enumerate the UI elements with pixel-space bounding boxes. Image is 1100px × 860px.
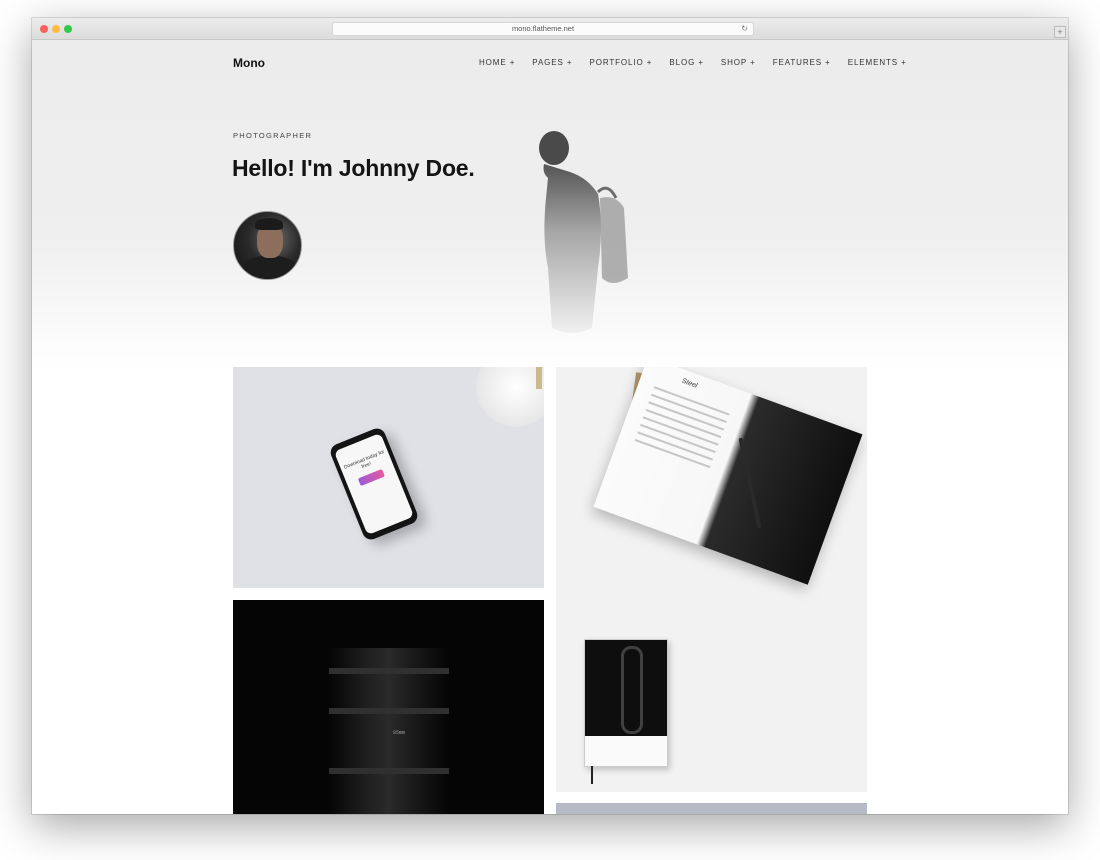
browser-window: mono.flatheme.net ↻ + Mono HOME + PAGES … bbox=[32, 18, 1068, 814]
phone-screen-button bbox=[357, 468, 385, 487]
hero-eyebrow: PHOTOGRAPHER bbox=[233, 131, 313, 140]
nav-item-elements[interactable]: ELEMENTS + bbox=[848, 58, 907, 67]
main-nav: HOME + PAGES + PORTFOLIO + BLOG + SHOP +… bbox=[479, 58, 907, 67]
address-bar[interactable]: mono.flatheme.net ↻ bbox=[332, 22, 754, 36]
nav-item-portfolio[interactable]: PORTFOLIO + bbox=[589, 58, 652, 67]
walking-man-image bbox=[539, 131, 628, 333]
reload-icon[interactable]: ↻ bbox=[741, 23, 748, 35]
phone-screen: Download today for free! bbox=[333, 432, 415, 536]
glasses-shape bbox=[621, 646, 643, 734]
lens-ring bbox=[329, 708, 449, 714]
portfolio-item-lens[interactable]: 85mm bbox=[233, 600, 544, 814]
avatar-hair-shape bbox=[255, 218, 283, 230]
web-page: Mono HOME + PAGES + PORTFOLIO + BLOG + S… bbox=[32, 40, 1068, 814]
lens-label: 85mm bbox=[393, 730, 406, 736]
lamp-stem-shape bbox=[536, 367, 542, 389]
portfolio-item-partial[interactable] bbox=[556, 803, 867, 814]
close-window-button[interactable] bbox=[40, 25, 48, 33]
phone-image: Download today for free! bbox=[328, 425, 420, 543]
lamp-shape bbox=[476, 367, 544, 427]
nav-item-pages[interactable]: PAGES + bbox=[532, 58, 572, 67]
open-book-image: Steel bbox=[593, 367, 863, 585]
lens-ring bbox=[329, 768, 449, 774]
hero-section: Mono HOME + PAGES + PORTFOLIO + BLOG + S… bbox=[32, 40, 1068, 370]
bookmark-ribbon bbox=[591, 766, 593, 784]
camera-lens-image: 85mm bbox=[329, 648, 449, 814]
new-tab-button[interactable]: + bbox=[1054, 26, 1066, 38]
site-logo[interactable]: Mono bbox=[233, 56, 265, 70]
nav-item-home[interactable]: HOME + bbox=[479, 58, 515, 67]
hero-headline: Hello! I'm Johnny Doe. bbox=[232, 155, 475, 181]
book-heading: Steel bbox=[680, 377, 699, 390]
avatar bbox=[233, 211, 302, 280]
browser-titlebar: mono.flatheme.net ↻ + bbox=[32, 18, 1068, 40]
nav-item-features[interactable]: FEATURES + bbox=[773, 58, 831, 67]
portfolio-item-phone[interactable]: Download today for free! bbox=[233, 367, 544, 588]
nav-item-blog[interactable]: BLOG + bbox=[669, 58, 704, 67]
address-bar-url: mono.flatheme.net bbox=[511, 24, 575, 33]
notebook-image bbox=[584, 639, 668, 784]
zoom-window-button[interactable] bbox=[64, 25, 72, 33]
minimize-window-button[interactable] bbox=[52, 25, 60, 33]
lens-ring bbox=[329, 668, 449, 674]
nav-item-shop[interactable]: SHOP + bbox=[721, 58, 756, 67]
portfolio-item-book[interactable]: Steel bbox=[556, 367, 867, 792]
avatar-body-shape bbox=[242, 256, 298, 279]
